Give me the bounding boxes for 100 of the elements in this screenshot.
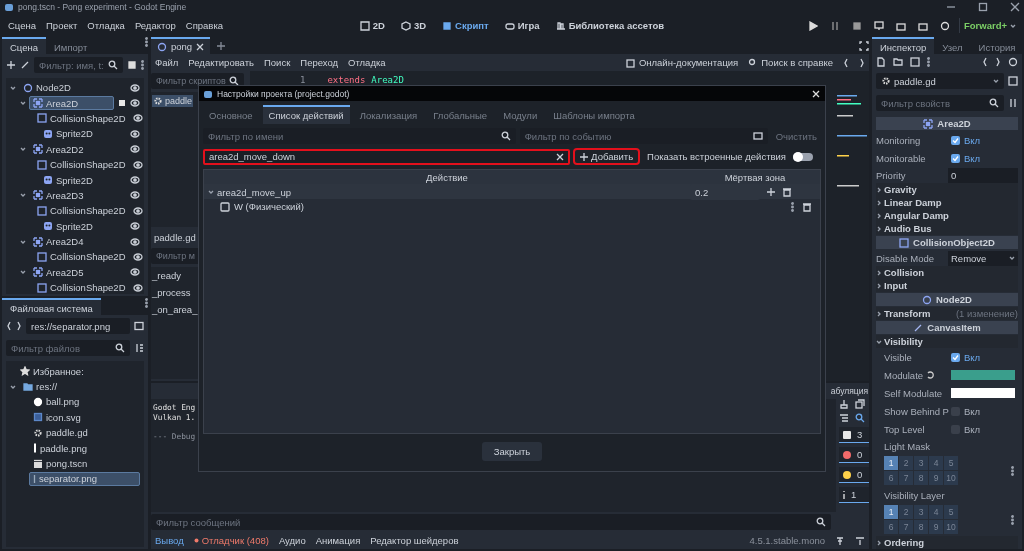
settings-tab[interactable]: Глобальные bbox=[427, 105, 494, 124]
search-field[interactable]: Фильтр свойств bbox=[876, 95, 1004, 111]
menu-item[interactable]: Отладка bbox=[348, 57, 386, 68]
change-count: (1 изменение) bbox=[955, 308, 1018, 319]
toolbar-link[interactable]: Онлайн-документация bbox=[625, 57, 739, 68]
dock-tab[interactable]: Сцена bbox=[2, 37, 46, 54]
file-tree-item[interactable]: separator.png bbox=[29, 471, 140, 486]
search-field[interactable]: Фильтр: имя, t: bbox=[34, 57, 123, 73]
bottom-panel-tab[interactable]: Анимация bbox=[315, 535, 361, 546]
scene-tree-item[interactable]: Sprite2D bbox=[39, 126, 127, 141]
menu-item[interactable]: Отладка bbox=[83, 18, 129, 33]
file-tree-item[interactable]: pong.tscn bbox=[29, 456, 140, 471]
class-header: CanvasItem bbox=[876, 321, 1018, 334]
dock-tab[interactable]: История bbox=[970, 37, 1022, 54]
workspace-tab[interactable]: Библиотека ассетов bbox=[550, 18, 670, 33]
dock-tab[interactable]: Файловая система bbox=[2, 298, 101, 316]
bottom-panel-tab[interactable]: Отладчик (408) bbox=[193, 535, 269, 546]
close-button[interactable]: Закрыть bbox=[481, 442, 543, 461]
property-label: Priority bbox=[876, 169, 907, 181]
script-list-item[interactable]: paddle bbox=[152, 95, 194, 107]
current-script-name: paddle.gd bbox=[153, 231, 197, 246]
scene-tree-item[interactable]: CollisionShape2D bbox=[33, 111, 130, 126]
checkbox-value: Вкл bbox=[964, 152, 981, 164]
action-event[interactable]: W (Физический) bbox=[234, 201, 304, 212]
menu-item[interactable]: Редактор bbox=[130, 18, 180, 33]
property-label: Monitorable bbox=[876, 152, 927, 164]
scene-tree-item[interactable]: CollisionShape2D bbox=[33, 203, 130, 218]
menu-item[interactable]: Редактировать bbox=[188, 57, 254, 68]
search-field[interactable]: Фильтр сообщений bbox=[151, 514, 831, 530]
scene-tree-item[interactable]: CollisionShape2D bbox=[33, 157, 130, 172]
scene-tree-item[interactable]: Area2D3 bbox=[29, 188, 127, 203]
workspace-tab[interactable]: Скрипт bbox=[437, 18, 494, 33]
dialog-title: Настройки проекта (project.godot) bbox=[217, 88, 351, 99]
menu-item[interactable]: Поиск bbox=[264, 57, 291, 68]
scene-tree-item[interactable]: Sprite2D bbox=[39, 173, 127, 188]
number-field[interactable]: 0 bbox=[948, 167, 1018, 183]
menu-item[interactable]: Проект bbox=[42, 18, 82, 33]
scene-tree-item[interactable]: Sprite2D bbox=[39, 219, 127, 234]
menu-item[interactable]: Справка bbox=[181, 18, 228, 33]
settings-tab[interactable]: Модули bbox=[497, 105, 544, 124]
menu-item[interactable]: Сцена bbox=[4, 18, 40, 33]
checkbox-value: Вкл bbox=[964, 405, 981, 417]
file-tree-item[interactable]: icon.svg bbox=[29, 410, 140, 425]
scene-tree-item[interactable]: Area2D2 bbox=[29, 142, 127, 157]
file-tree-item[interactable]: paddle.gd bbox=[29, 425, 140, 440]
scene-tree-item[interactable]: CollisionShape2D bbox=[33, 250, 130, 264]
scene-tab[interactable]: pong bbox=[151, 37, 211, 54]
class-header: Node2D bbox=[876, 293, 1018, 306]
file-tree-item[interactable]: res:// bbox=[19, 379, 140, 394]
menu-item[interactable]: Переход bbox=[300, 57, 339, 68]
resource-dropdown[interactable]: paddle.gd bbox=[876, 73, 1004, 89]
add-button[interactable]: Добавить bbox=[573, 148, 641, 165]
search-field[interactable]: Фильтр по имени bbox=[203, 128, 516, 144]
settings-tab[interactable]: Основное bbox=[203, 105, 259, 124]
property-label: Show Behind P bbox=[884, 405, 948, 417]
scene-tree-item[interactable]: Area2D5 bbox=[29, 265, 127, 280]
message-filter-toggle[interactable]: 0 bbox=[839, 467, 869, 484]
message-filter-toggle[interactable]: 3 bbox=[839, 427, 869, 444]
file-tree-item[interactable]: ball.png bbox=[29, 394, 140, 409]
dock-tab[interactable]: Инспектор bbox=[872, 37, 935, 54]
renderer-dropdown[interactable]: Forward+ bbox=[958, 18, 1020, 33]
panel-tab[interactable]: абуляция bbox=[830, 386, 869, 397]
property-label: Visibility Layer bbox=[884, 489, 946, 501]
scene-tree-item[interactable]: Node2D bbox=[19, 80, 127, 95]
scene-tree-item[interactable]: Area2D bbox=[29, 96, 114, 111]
column-header: Действие bbox=[425, 171, 469, 183]
layer-cell[interactable]: 1 bbox=[884, 456, 898, 470]
search-field[interactable]: Фильтр файлов bbox=[6, 340, 130, 357]
action-name-field[interactable]: area2d_move_down bbox=[203, 148, 571, 165]
checkbox-value: Вкл bbox=[964, 351, 981, 363]
toolbar-link[interactable]: Поиск в справке bbox=[748, 57, 833, 68]
bottom-panel-tab[interactable]: Аудио bbox=[278, 535, 306, 546]
message-filter-toggle[interactable]: 0 bbox=[839, 447, 869, 464]
line-number: 1 bbox=[300, 75, 306, 85]
event-filter-field[interactable]: Фильтр по событию bbox=[519, 128, 768, 144]
menu-item[interactable]: Файл bbox=[155, 57, 179, 68]
property-label: Modulate bbox=[884, 369, 924, 381]
property-label: Top Level bbox=[884, 423, 926, 435]
scene-tree-item[interactable]: Area2D4 bbox=[29, 234, 127, 249]
dock-tab[interactable]: Импорт bbox=[46, 37, 96, 54]
message-filter-toggle[interactable]: 1 bbox=[839, 487, 869, 504]
workspace-tab[interactable]: Игра bbox=[499, 18, 545, 33]
column-header: Мёртвая зона bbox=[723, 171, 787, 183]
settings-tab[interactable]: Локализация bbox=[353, 105, 424, 124]
file-tree-item[interactable]: paddle.png bbox=[29, 441, 140, 456]
dropdown[interactable]: Remove bbox=[948, 250, 1018, 266]
workspace-tab[interactable]: 2D bbox=[354, 18, 390, 33]
property-label: Disable Mode bbox=[876, 252, 936, 264]
workspace-tab[interactable]: 3D bbox=[395, 18, 432, 33]
bottom-panel-tab[interactable]: Вывод bbox=[155, 535, 184, 546]
settings-tab[interactable]: Шаблоны импорта bbox=[547, 105, 641, 124]
path-field[interactable]: res://separator.png bbox=[26, 318, 130, 335]
dock-tab[interactable]: Узел bbox=[934, 37, 971, 54]
layer-cell[interactable]: 1 bbox=[884, 505, 898, 519]
action-name[interactable]: area2d_move_up bbox=[217, 186, 291, 198]
property-label: Monitoring bbox=[876, 134, 922, 146]
scene-tree-item[interactable]: CollisionShape2D bbox=[33, 280, 130, 295]
bottom-panel-tab[interactable]: Редактор шейдеров bbox=[370, 535, 459, 546]
settings-tab[interactable]: Список действий bbox=[262, 105, 350, 124]
property-group[interactable]: Transform bbox=[884, 308, 954, 319]
